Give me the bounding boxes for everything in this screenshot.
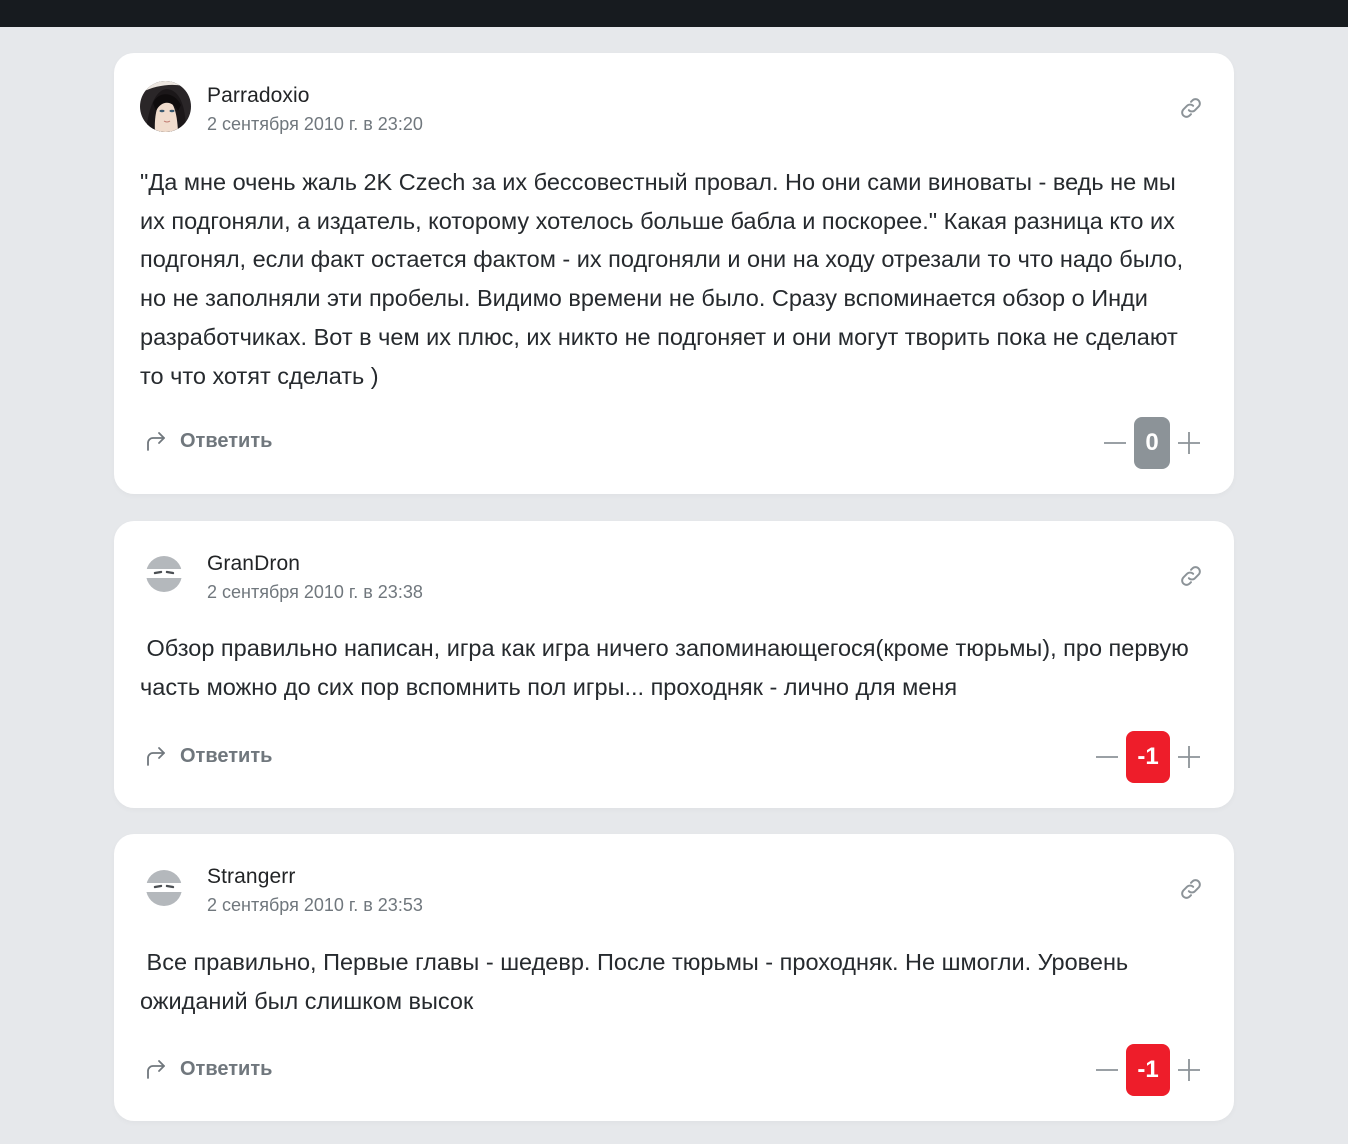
- upvote-button[interactable]: [1176, 430, 1202, 456]
- default-ninja-avatar-icon: [146, 556, 182, 592]
- link-icon[interactable]: [1178, 876, 1204, 902]
- reply-button[interactable]: Ответить: [144, 429, 272, 453]
- comment-text: Все правильно, Первые главы - шедевр. По…: [140, 949, 1135, 1014]
- reply-button[interactable]: Ответить: [144, 1057, 272, 1081]
- downvote-button[interactable]: [1094, 744, 1120, 770]
- link-icon[interactable]: [1178, 563, 1204, 589]
- reply-button[interactable]: Ответить: [144, 744, 272, 768]
- reply-arrow-icon: [147, 747, 165, 766]
- reply-label: Ответить: [180, 429, 273, 452]
- score-badge: 0: [1134, 417, 1170, 469]
- comment-author[interactable]: Parradoxio: [207, 84, 310, 108]
- user-photo-avatar-icon: [140, 81, 191, 132]
- downvote-button[interactable]: [1102, 430, 1128, 456]
- downvote-button[interactable]: [1094, 1057, 1120, 1083]
- score-badge: -1: [1126, 731, 1170, 783]
- comment-date: 2 сентября 2010 г. в 23:20: [207, 114, 423, 134]
- comment-text: "Да мне очень жаль 2K Czech за их бессов…: [140, 169, 1190, 389]
- comment-card: GranDron 2 сентября 2010 г. в 23:38 Обзо…: [114, 521, 1234, 808]
- top-bar: [0, 0, 1348, 27]
- comment-date: 2 сентября 2010 г. в 23:53: [207, 895, 423, 915]
- comment-card: Strangerr 2 сентября 2010 г. в 23:53 Все…: [114, 834, 1234, 1121]
- reply-arrow-icon: [147, 432, 165, 451]
- score-badge: -1: [1126, 1044, 1170, 1096]
- minus-icon: [1096, 756, 1118, 758]
- avatar[interactable]: [144, 554, 184, 594]
- avatar[interactable]: [144, 868, 184, 908]
- reply-label: Ответить: [180, 744, 273, 767]
- plus-icon: [1178, 746, 1200, 768]
- upvote-button[interactable]: [1176, 1057, 1202, 1083]
- comment-card: Parradoxio 2 сентября 2010 г. в 23:20 "Д…: [114, 53, 1234, 494]
- avatar[interactable]: [140, 81, 191, 132]
- reply-label: Ответить: [180, 1057, 273, 1080]
- plus-icon: [1178, 432, 1200, 454]
- comment-date: 2 сентября 2010 г. в 23:38: [207, 582, 423, 602]
- minus-icon: [1104, 442, 1126, 444]
- comment-author[interactable]: GranDron: [207, 552, 300, 576]
- vote-control: -1: [1094, 731, 1202, 783]
- reply-arrow-icon: [147, 1060, 165, 1079]
- vote-control: -1: [1094, 1044, 1202, 1096]
- plus-icon: [1178, 1059, 1200, 1081]
- vote-control: 0: [1102, 417, 1202, 469]
- default-ninja-avatar-icon: [146, 870, 182, 906]
- link-icon[interactable]: [1178, 95, 1204, 121]
- comment-author[interactable]: Strangerr: [207, 865, 295, 889]
- upvote-button[interactable]: [1176, 744, 1202, 770]
- comment-text: Обзор правильно написан, игра как игра н…: [140, 635, 1196, 700]
- minus-icon: [1096, 1069, 1118, 1071]
